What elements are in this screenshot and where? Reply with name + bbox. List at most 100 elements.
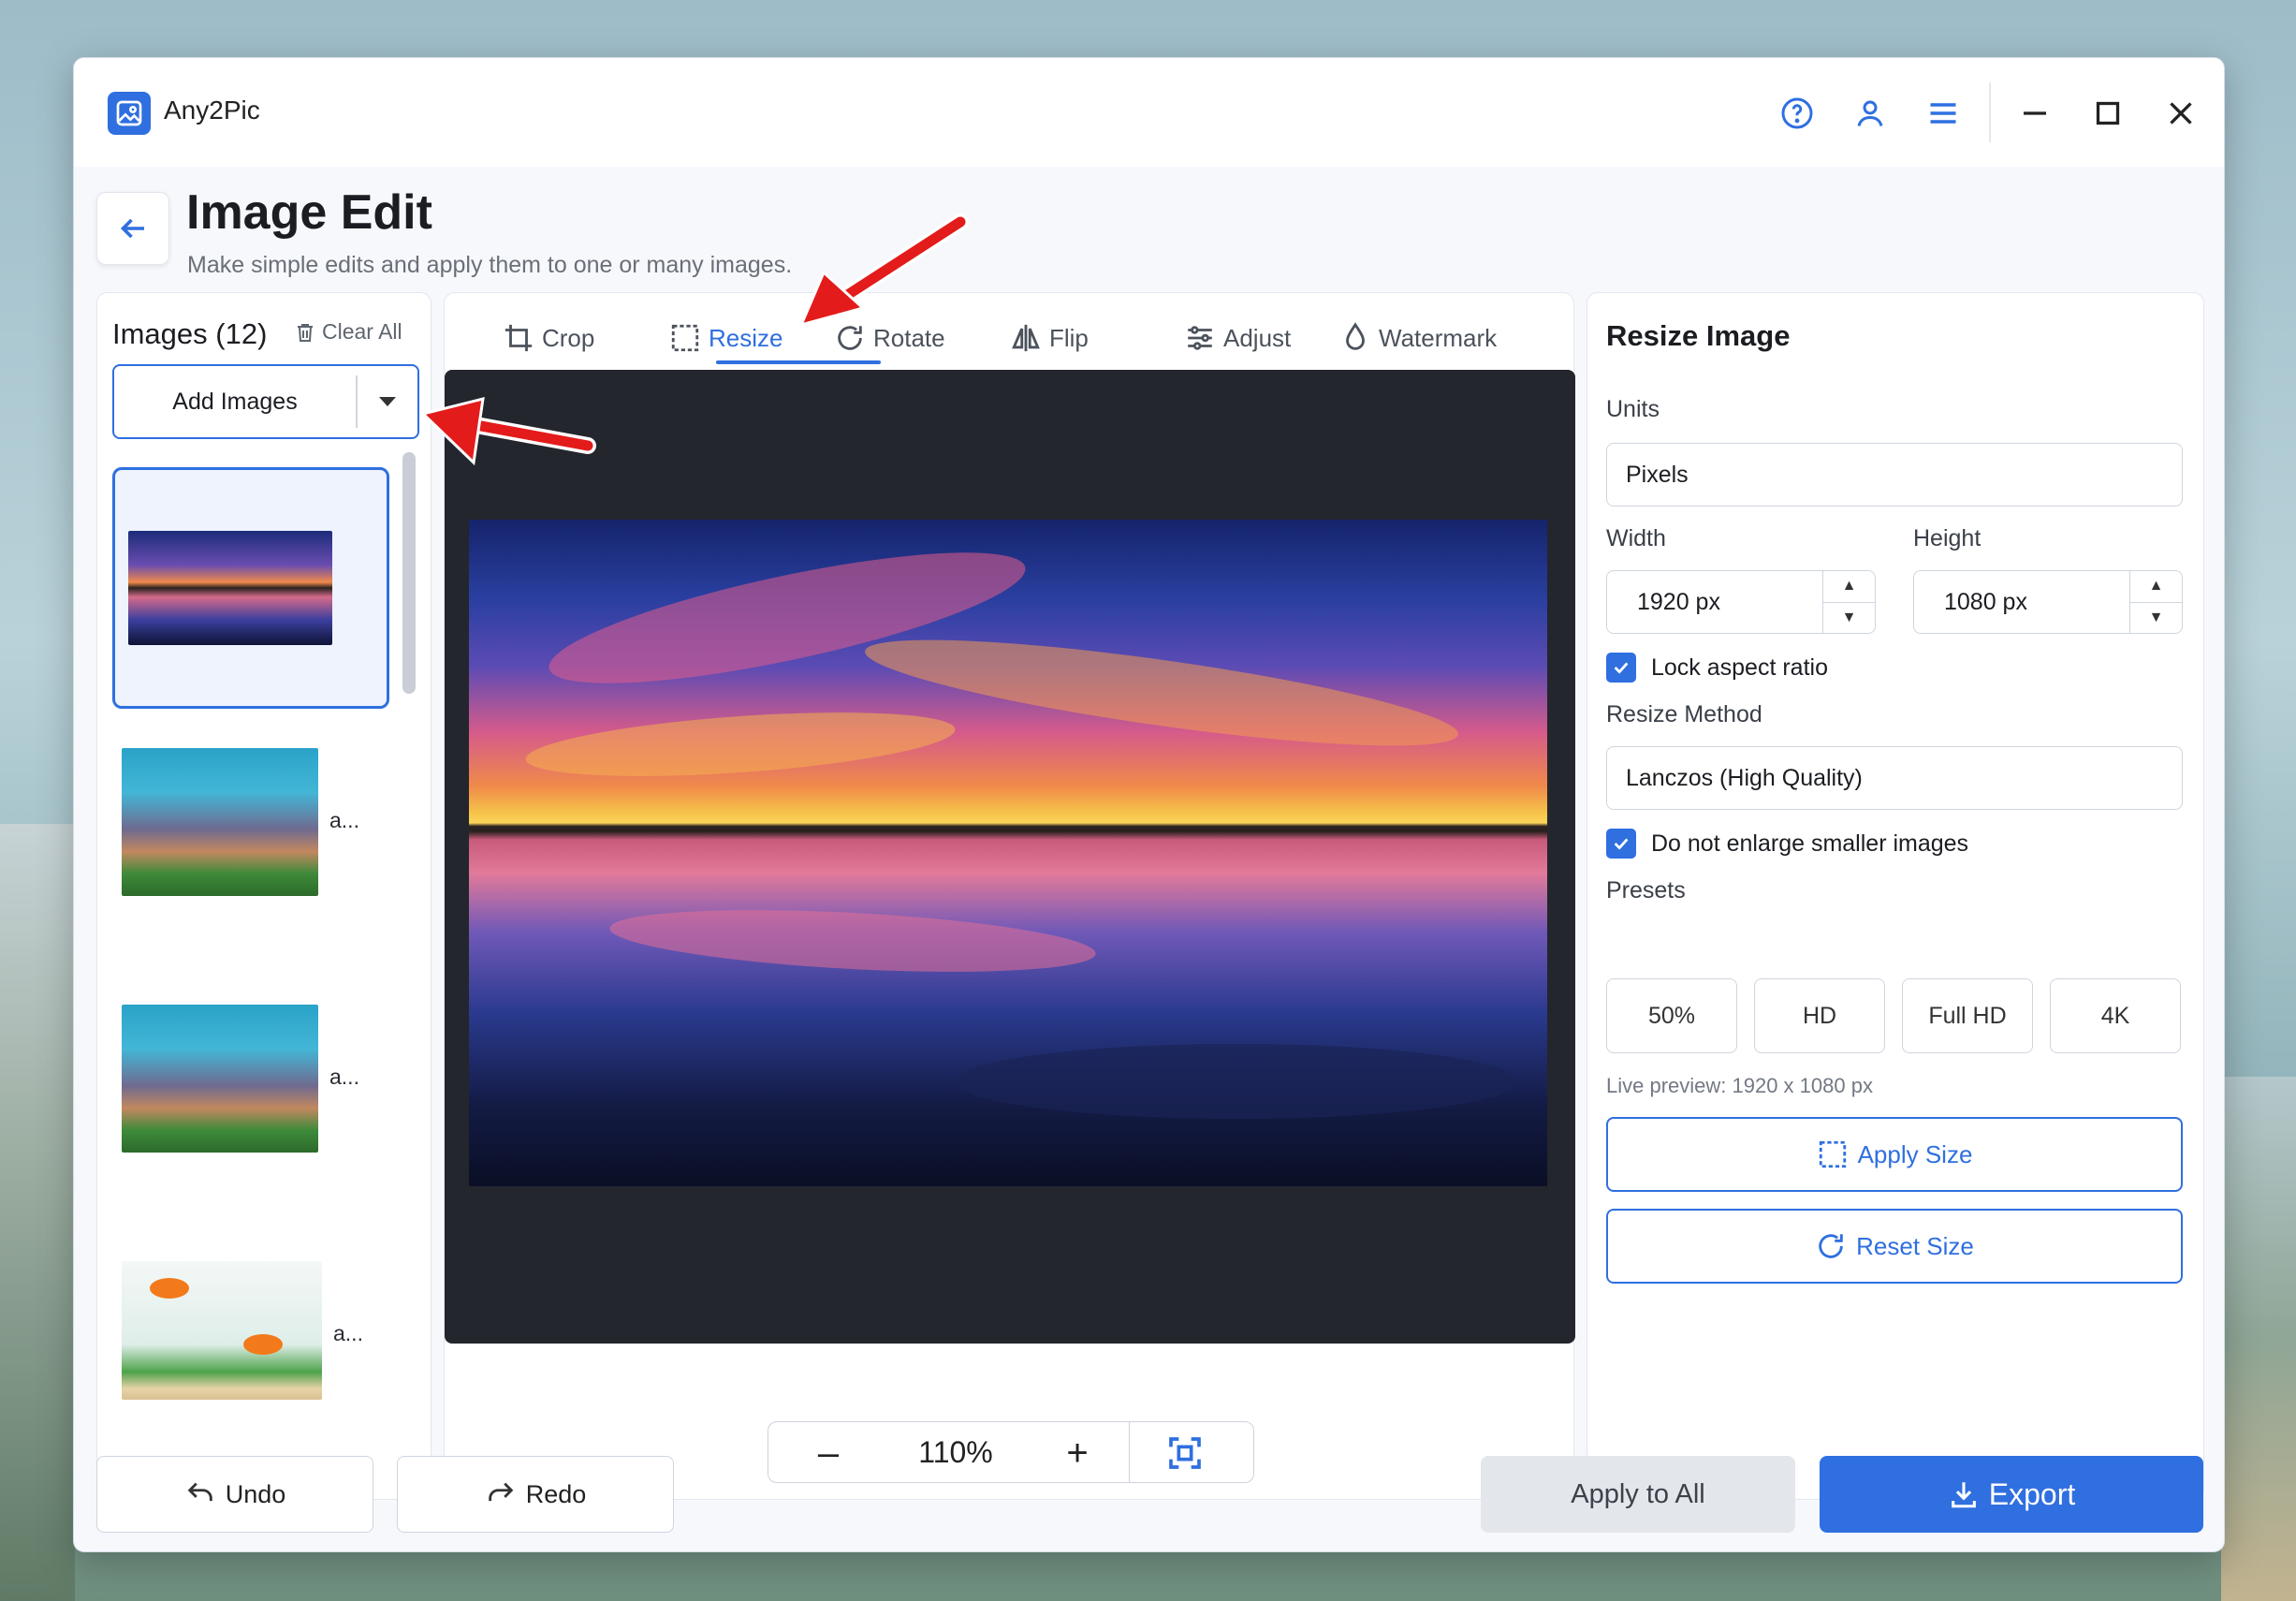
lock-aspect-label: Lock aspect ratio (1651, 654, 1828, 681)
undo-button[interactable]: Undo (96, 1456, 373, 1533)
fit-screen-icon (1169, 1437, 1201, 1469)
add-images-dropdown[interactable] (358, 395, 417, 408)
cloud-streak (860, 618, 1463, 768)
reset-icon (1819, 1234, 1843, 1258)
thumbnail-item[interactable]: a... (112, 980, 389, 1222)
help-icon[interactable] (1774, 90, 1821, 137)
page-title: Image Edit (186, 185, 432, 240)
shoreline-shape (956, 1044, 1517, 1119)
preset-full-hd-button[interactable]: Full HD (1902, 978, 2033, 1053)
tab-watermark[interactable]: Watermark (1339, 310, 1497, 366)
width-label: Width (1606, 525, 1666, 551)
height-label: Height (1913, 525, 1982, 551)
thumbnail-item[interactable]: a... (112, 724, 389, 965)
presets-label: Presets (1606, 877, 1686, 903)
units-select[interactable]: Pixels (1606, 443, 2183, 507)
preset-4k-button[interactable]: 4K (2050, 978, 2181, 1053)
titlebar-separator (1989, 82, 1991, 142)
reflection-streak (607, 900, 1098, 982)
active-tab-indicator (716, 360, 881, 364)
droplet-icon (1346, 322, 1365, 350)
undo-label: Undo (225, 1479, 286, 1508)
resize-method-select[interactable]: Lanczos (High Quality) (1606, 746, 2183, 810)
app-logo-icon (108, 92, 151, 135)
tab-crop-label: Crop (542, 323, 595, 352)
annotation-arrow-resize (798, 213, 969, 328)
clear-all-label: Clear All (322, 319, 402, 344)
no-enlarge-checkbox[interactable] (1606, 829, 1636, 859)
height-input[interactable]: 1080 px ▲ ▼ (1913, 570, 2183, 634)
resize-panel-title: Resize Image (1606, 319, 1791, 352)
zoom-level: 110% (918, 1435, 993, 1469)
download-icon (1951, 1482, 1976, 1508)
crop-icon (505, 324, 533, 352)
tab-resize[interactable]: Resize (669, 310, 782, 366)
image-thumbnail-list[interactable]: a... a... a... (112, 452, 412, 1482)
zoom-controls: – 110% + (768, 1421, 1254, 1483)
resize-icon (1819, 1140, 1846, 1168)
redo-label: Redo (525, 1479, 587, 1508)
width-input[interactable]: 1920 px ▲ ▼ (1606, 570, 1876, 634)
preset-hd-button[interactable]: HD (1754, 978, 1885, 1053)
undo-icon (187, 1482, 212, 1502)
thumbnail-item-selected[interactable] (112, 467, 389, 709)
apply-to-all-button[interactable]: Apply to All (1481, 1456, 1795, 1533)
account-icon[interactable] (1847, 90, 1894, 137)
flip-icon (1012, 324, 1040, 352)
thumbnail-name: a... (329, 1065, 359, 1089)
editor-panel: Crop Resize Rotate Flip Adjust Watermark (444, 292, 1575, 1500)
width-increment-button[interactable]: ▲ (1823, 571, 1875, 602)
thumbnail-scrollbar[interactable] (402, 452, 416, 694)
add-images-button[interactable]: Add Images (114, 389, 356, 416)
tab-flip[interactable]: Flip (1010, 310, 1089, 366)
preset-50-button[interactable]: 50% (1606, 978, 1737, 1053)
tab-adjust[interactable]: Adjust (1184, 310, 1291, 366)
zoom-separator (1129, 1422, 1130, 1482)
thumbnail-item[interactable]: a... (112, 1237, 389, 1478)
zoom-in-button[interactable]: + (1059, 1432, 1096, 1475)
arrow-left-icon (120, 218, 144, 239)
lock-aspect-checkbox[interactable] (1606, 653, 1636, 683)
image-canvas[interactable] (445, 370, 1575, 1344)
no-enlarge-label: Do not enlarge smaller images (1651, 830, 1969, 857)
desktop-background-right (2221, 1077, 2296, 1601)
apply-size-button[interactable]: Apply Size (1606, 1117, 2183, 1192)
reset-size-label: Reset Size (1856, 1231, 1974, 1260)
zoom-out-button[interactable]: – (810, 1432, 847, 1475)
desktop-background-left (0, 824, 75, 1601)
resize-method-value: Lanczos (High Quality) (1626, 764, 1863, 791)
export-label: Export (1988, 1476, 2076, 1511)
thumbnail-image (122, 748, 318, 896)
tab-flip-label: Flip (1049, 323, 1089, 352)
tab-crop[interactable]: Crop (503, 310, 594, 366)
height-increment-button[interactable]: ▲ (2130, 571, 2182, 602)
close-icon[interactable] (2157, 90, 2204, 137)
height-decrement-button[interactable]: ▼ (2130, 601, 2182, 634)
width-value: 1920 px (1637, 588, 1720, 615)
maximize-icon[interactable] (2084, 90, 2131, 137)
height-value: 1080 px (1944, 588, 2027, 615)
units-label: Units (1606, 396, 1660, 422)
back-button[interactable] (96, 192, 169, 265)
thumbnail-image (122, 1005, 318, 1153)
check-icon (1614, 662, 1629, 674)
fit-to-screen-button[interactable] (1162, 1432, 1208, 1475)
minimize-icon[interactable] (2011, 90, 2058, 137)
images-panel: Images (12) Clear All Add Images a... a.… (96, 292, 431, 1500)
clear-all-button[interactable]: Clear All (294, 319, 402, 345)
redo-button[interactable]: Redo (397, 1456, 674, 1533)
resize-icon (671, 324, 699, 352)
apply-size-label: Apply Size (1857, 1139, 1973, 1168)
sliders-icon (1188, 326, 1212, 350)
width-decrement-button[interactable]: ▼ (1823, 601, 1875, 634)
thumbnail-image (128, 531, 332, 645)
units-value: Pixels (1626, 461, 1689, 488)
thumbnail-image (122, 1261, 322, 1400)
export-button[interactable]: Export (1820, 1456, 2203, 1533)
width-stepper: ▲ ▼ (1822, 571, 1875, 633)
thumbnail-name: a... (333, 1321, 363, 1345)
menu-icon[interactable] (1920, 90, 1967, 137)
reset-size-button[interactable]: Reset Size (1606, 1209, 2183, 1284)
thumbnail-name: a... (329, 808, 359, 832)
redo-icon (488, 1482, 514, 1502)
